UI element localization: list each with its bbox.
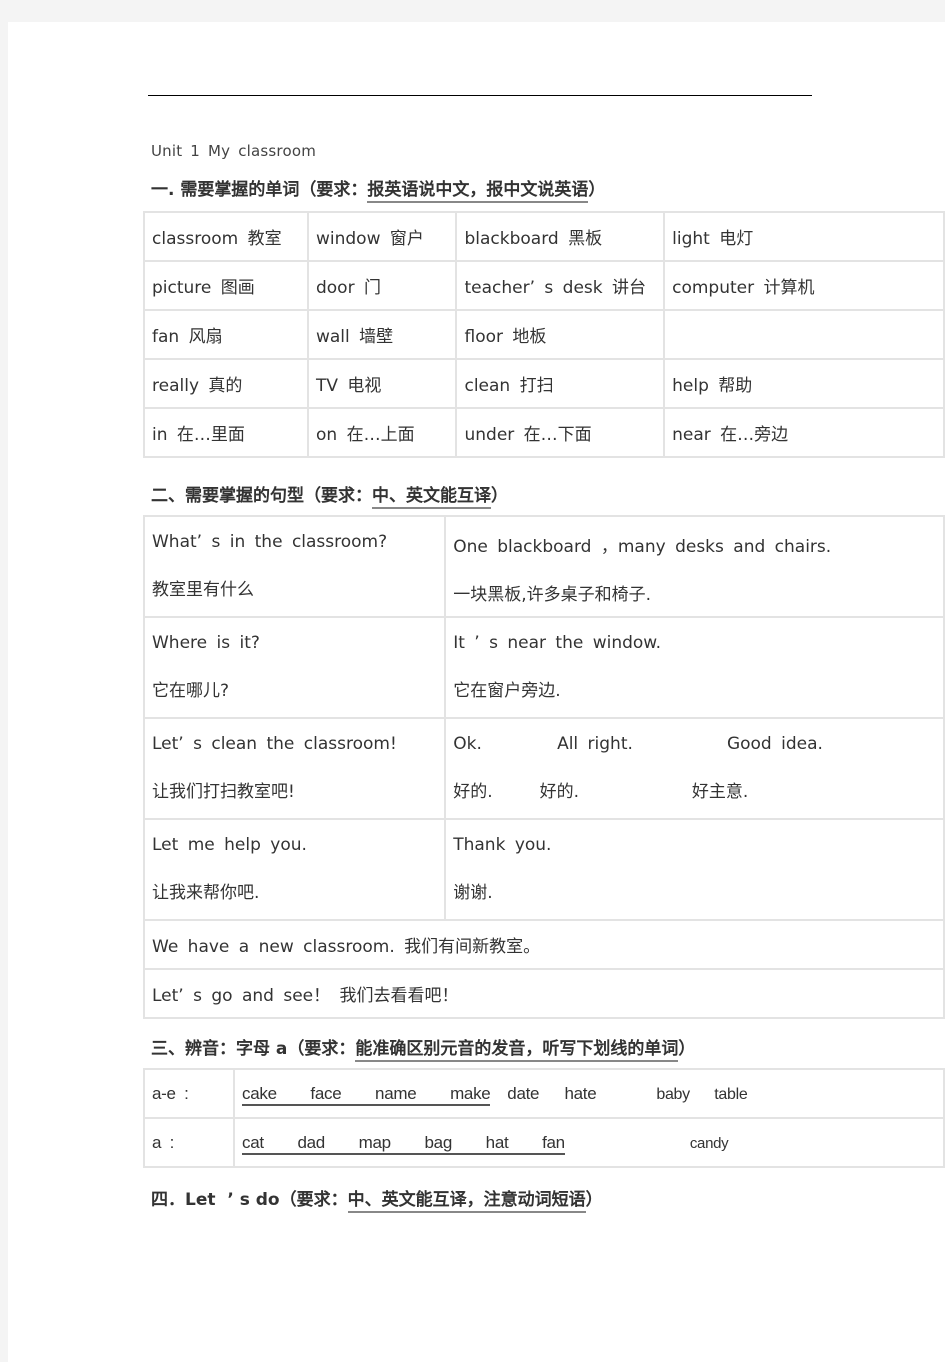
sentence-single-cell: We have a new classroom. 我们有间新教室。 (143, 919, 945, 970)
section-4-close: ） (585, 1190, 603, 1210)
vocab-cell: classroom 教室 (143, 211, 309, 262)
answer-cn: 它在窗户旁边. (453, 681, 561, 701)
answer-en: It ’ s near the window. (453, 633, 662, 653)
vocab-cell: teacher’ s desk 讲台 (455, 260, 666, 311)
table-row: picture 图画 door 门 teacher’ s desk 讲台 com… (143, 260, 945, 311)
table-row: Where is it? 它在哪儿? It ’ s near the window… (142, 616, 945, 719)
underlined-words: cake face name make (242, 1083, 491, 1106)
section-2-label: 二、需要掌握的句型（要求： (151, 486, 372, 506)
section-1-label: 一. 需要掌握的单词（要求： (151, 180, 368, 200)
question-cell: Let’ s clean the classroom! 让我们打扫教室吧! (142, 717, 447, 820)
section-2-close: ） (491, 486, 508, 506)
section-2-title: 二、需要掌握的句型（要求：中、英文能互译） (151, 481, 508, 509)
answer-en: One blackboard ，many desks and chairs. (453, 537, 832, 557)
table-row: classroom 教室 window 窗户 blackboard 黑板 lig… (143, 211, 945, 262)
section-1-requirement: 报英语说中文，报中文说英语 (367, 180, 589, 203)
table-row: Let’ s clean the classroom! 让我们打扫教室吧! Ok.… (142, 717, 945, 820)
vocab-cell: wall 墙壁 (306, 309, 458, 360)
vocab-cell: really 真的 (143, 358, 309, 409)
table-row: Let’ s go and see！ 我们去看看吧！ (143, 968, 945, 1019)
table-row: a : cat dad map bag hat fan candy (142, 1117, 945, 1168)
header-rule (148, 95, 812, 96)
vocab-cell: near 在…旁边 (663, 407, 945, 458)
table-row: really 真的 TV 电视 clean 打扫 help 帮助 (143, 358, 945, 409)
vocabulary-table: classroom 教室 window 窗户 blackboard 黑板 lig… (143, 211, 945, 458)
section-4-title: 四．Let ’ s do（要求：中、英文能互译，注意动词短语） (151, 1185, 603, 1213)
question-cell: What’ s in the classroom? 教室里有什么 (142, 515, 447, 618)
section-4-label: 四．Let ’ s do（要求： (151, 1190, 348, 1210)
extra-words: candy (689, 1134, 729, 1152)
question-cell: Let me help you. 让我来帮你吧. (142, 818, 447, 921)
vocab-cell: clean 打扫 (455, 358, 666, 409)
answer-cell: Ok. All right. Good idea. 好的. 好的. 好主意. (444, 717, 945, 820)
sentence-single-cell: Let’ s go and see！ 我们去看看吧！ (143, 968, 945, 1019)
question-cn: 教室里有什么 (152, 580, 254, 600)
answer-en: Thank you. (453, 835, 552, 855)
answer-cn: 谢谢. (453, 883, 493, 903)
question-cn: 让我们打扫教室吧! (152, 782, 295, 802)
question-en: Let me help you. (152, 835, 307, 855)
section-1-title: 一. 需要掌握的单词（要求：报英语说中文，报中文说英语） (151, 175, 606, 203)
vocab-cell: door 门 (306, 260, 458, 311)
vocab-cell: TV 电视 (306, 358, 458, 409)
vocab-cell (663, 309, 945, 360)
section-2-requirement: 中、英文能互译 (372, 486, 491, 509)
phonics-words: cake face name make date hate baby table (233, 1068, 945, 1119)
question-cell: Where is it? 它在哪儿? (142, 616, 447, 719)
vocab-cell: in 在…里面 (143, 407, 309, 458)
vocab-cell: on 在…上面 (306, 407, 458, 458)
answer-cn: 一块黑板,许多桌子和椅子. (453, 585, 652, 605)
answer-cell: Thank you. 谢谢. (444, 818, 945, 921)
section-3-requirement: 能准确区别元音的发音，听写下划线的单词 (355, 1039, 679, 1062)
question-en: Let’ s clean the classroom! (152, 734, 397, 754)
vocab-cell: help 帮助 (663, 358, 945, 409)
answer-cn: 好的. 好的. 好主意. (453, 782, 749, 802)
question-en: What’ s in the classroom? (152, 532, 388, 552)
table-row: What’ s in the classroom? 教室里有什么 One blac… (142, 515, 945, 618)
question-cn: 让我来帮你吧. (152, 883, 260, 903)
vocab-cell: under 在…下面 (455, 407, 666, 458)
vocab-cell: blackboard 黑板 (455, 211, 666, 262)
table-row: Let me help you. 让我来帮你吧. Thank you. 谢谢. (142, 818, 945, 921)
unit-title: Unit 1 My classroom (151, 142, 317, 160)
table-row: a-e : cake face name make date hate baby … (142, 1068, 945, 1119)
phonics-label: a : (142, 1117, 236, 1168)
vocab-cell: window 窗户 (306, 211, 458, 262)
table-row: in 在…里面 on 在…上面 under 在…下面 near 在…旁边 (143, 407, 945, 458)
section-3-close: ） (678, 1039, 696, 1059)
question-en: Where is it? (152, 633, 260, 653)
answer-cell: It ’ s near the window. 它在窗户旁边. (444, 616, 945, 719)
section-1-close: ） (588, 180, 606, 200)
vocab-cell: computer 计算机 (663, 260, 945, 311)
phonics-label: a-e : (142, 1068, 236, 1119)
other-words: date hate (490, 1083, 597, 1103)
answer-cell: One blackboard ，many desks and chairs. 一块… (444, 515, 945, 618)
table-row: We have a new classroom. 我们有间新教室。 (143, 919, 945, 970)
vocab-cell: floor 地板 (455, 309, 666, 360)
section-4-requirement: 中、英文能互译，注意动词短语 (347, 1190, 586, 1213)
vocab-cell: light 电灯 (663, 211, 945, 262)
vocab-cell: fan 风扇 (143, 309, 309, 360)
phonics-table: a-e : cake face name make date hate baby … (142, 1068, 945, 1168)
extra-words: baby table (656, 1085, 748, 1103)
answer-en: Ok. All right. Good idea. (453, 734, 823, 754)
section-3-label: 三、辨音：字母 a（要求： (151, 1039, 356, 1059)
section-3-title: 三、辨音：字母 a（要求：能准确区别元音的发音，听写下划线的单词） (151, 1034, 696, 1062)
sentence-table: What’ s in the classroom? 教室里有什么 One blac… (142, 515, 945, 1019)
vocab-cell: picture 图画 (143, 260, 309, 311)
underlined-words: cat dad map bag hat fan (242, 1132, 565, 1155)
table-row: fan 风扇 wall 墙壁 floor 地板 (143, 309, 945, 360)
question-cn: 它在哪儿? (152, 681, 230, 701)
phonics-words: cat dad map bag hat fan candy (233, 1117, 945, 1168)
